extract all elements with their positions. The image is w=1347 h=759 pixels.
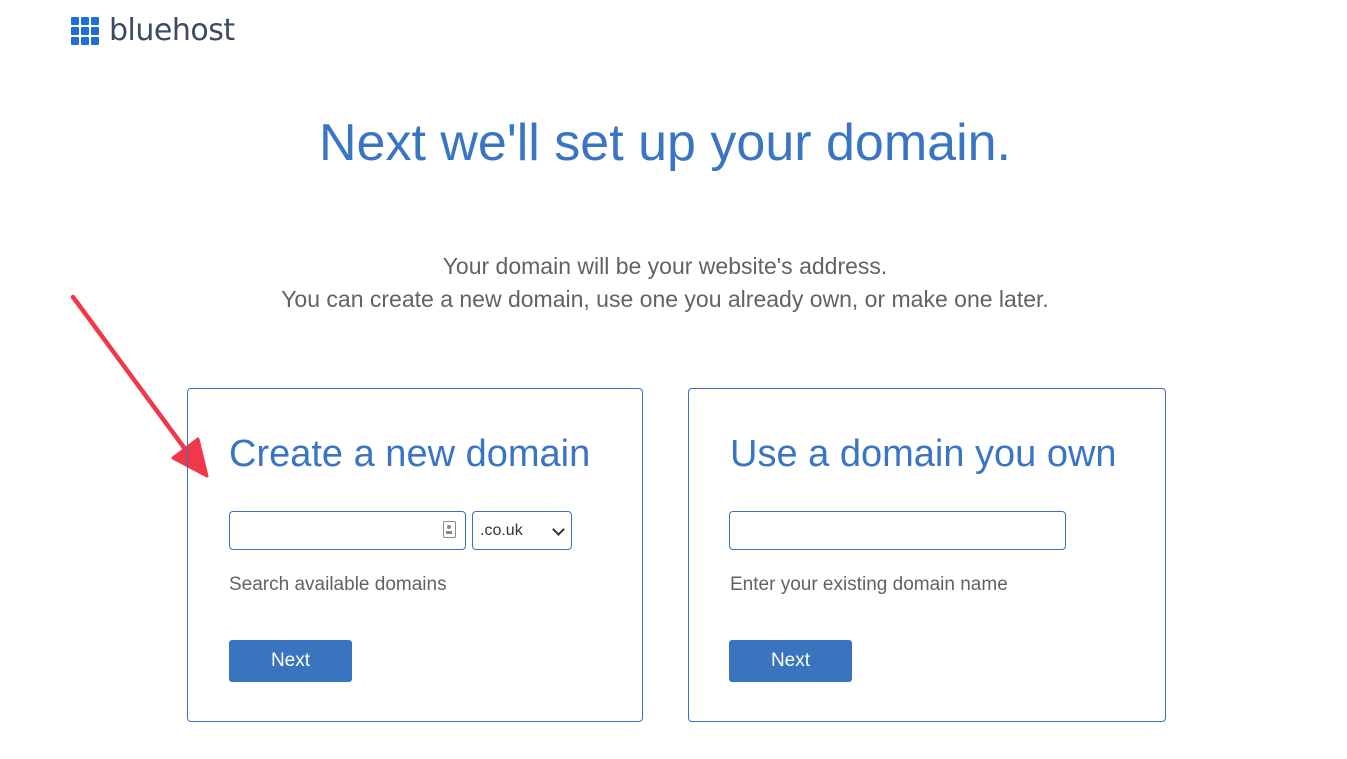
logo-text: bluehost — [109, 13, 235, 48]
page: bluehost Next we'll set up your domain. … — [0, 0, 1347, 759]
bluehost-logo[interactable]: bluehost — [71, 14, 235, 48]
own-domain-card: Use a domain you own Enter your existing… — [688, 388, 1166, 722]
new-domain-helper: Search available domains — [229, 574, 447, 595]
contact-card-icon[interactable] — [443, 521, 456, 538]
tld-selected-value: .co.uk — [480, 521, 523, 539]
own-domain-title: Use a domain you own — [730, 433, 1117, 475]
page-title: Next we'll set up your domain. — [318, 114, 1012, 172]
create-domain-next-button[interactable]: Next — [229, 640, 352, 682]
new-domain-input[interactable] — [229, 511, 466, 550]
subtitle-line-1: Your domain will be your website's addre… — [442, 253, 888, 279]
tld-select[interactable]: .co.uk — [472, 511, 572, 550]
create-domain-card: Create a new domain .co.uk Search availa… — [187, 388, 643, 722]
existing-domain-helper: Enter your existing domain name — [730, 574, 1008, 595]
create-domain-title: Create a new domain — [229, 433, 591, 475]
chevron-down-icon — [552, 523, 565, 536]
grid-logo-icon — [71, 17, 99, 45]
existing-domain-input[interactable] — [729, 511, 1066, 550]
own-domain-next-button[interactable]: Next — [729, 640, 852, 682]
